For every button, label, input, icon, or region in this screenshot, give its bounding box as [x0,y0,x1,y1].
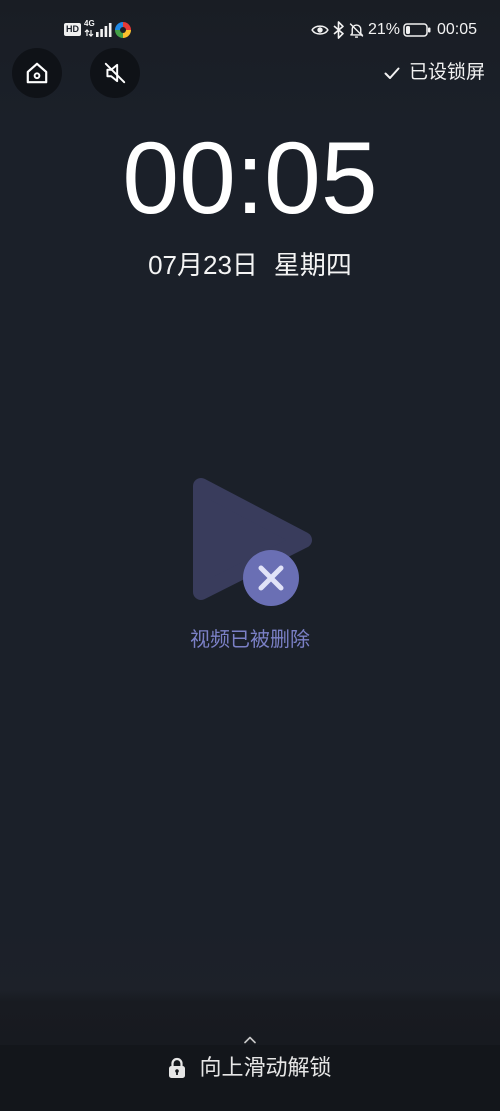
unlock-hint: 向上滑动解锁 [199,1055,332,1080]
network-type: 4G [84,19,95,28]
signal-bar [108,23,112,37]
data-activity-icon [84,29,94,37]
mute-button[interactable] [90,48,140,98]
signal-bar [96,32,99,37]
hd-badge: HD [64,23,81,36]
lock-icon [169,1057,186,1078]
clock-date: 07月23日 [148,250,258,280]
chevron-up-icon[interactable] [243,1035,257,1044]
unlock-bar[interactable]: 向上滑动解锁 [0,1045,500,1111]
video-deleted-text: 视频已被删除 [190,629,310,651]
play-icon[interactable] [180,460,320,620]
check-icon [384,67,400,79]
sound-off-icon [104,62,126,84]
signal-bar [104,26,108,37]
eye-icon [311,25,329,35]
bell-off-icon [349,23,364,38]
clock-weekday: 星期四 [273,250,352,280]
battery-percent: 21% [368,21,401,38]
battery-icon [403,23,431,37]
battery-fill [406,26,410,34]
clock-time: 00:05 [122,121,378,235]
date-row: 07月23日 星期四 [0,248,500,282]
status-bar: HD 4G 21% 00:05 [0,0,500,46]
home-icon [26,62,48,84]
home-button[interactable] [12,48,62,98]
signal-bar [100,29,103,37]
status-time: 00:05 [437,21,478,38]
bluetooth-icon [333,21,344,39]
signal-icon [96,23,112,37]
app-notification-icon [115,22,131,38]
close-circle-icon [243,550,299,606]
lock-wallpaper-label: 已设锁屏 [409,62,486,83]
